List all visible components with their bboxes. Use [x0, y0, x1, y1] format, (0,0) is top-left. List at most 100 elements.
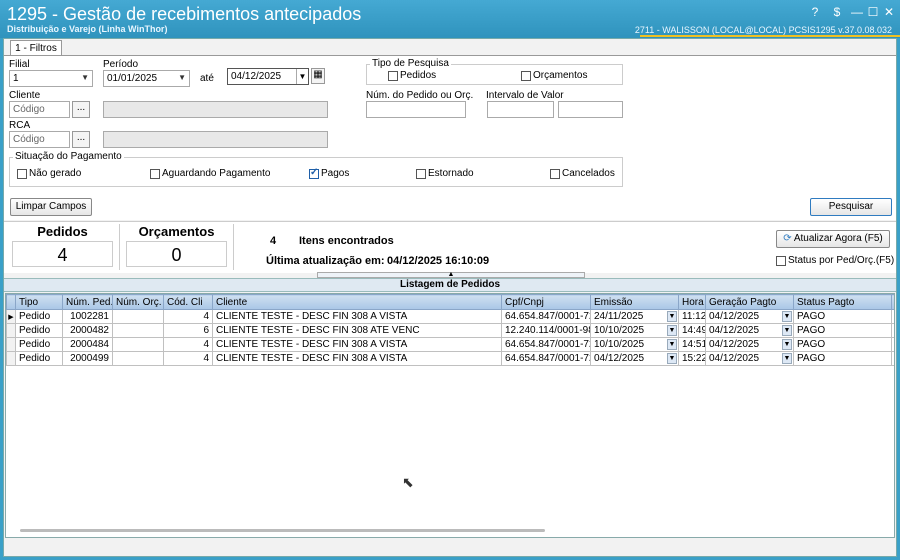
cell-hora[interactable]: 15:22 [678, 351, 706, 366]
rca-label: RCA [9, 120, 31, 131]
cell-cliente[interactable]: CLIENTE TESTE - DESC FIN 308 A VISTA [212, 309, 502, 324]
cell-num-orc[interactable] [112, 309, 164, 324]
cell-cpf-cnpj[interactable]: 64.654.847/0001-72 [501, 351, 591, 366]
cell-status[interactable]: PAGO [793, 351, 892, 366]
status-underline [640, 35, 900, 37]
chevron-down-icon[interactable]: ▼ [667, 325, 677, 336]
col-cod-cli[interactable]: Cód. Cli [163, 294, 213, 310]
atualizar-agora-button[interactable]: ⟳ Atualizar Agora (F5) [776, 230, 890, 248]
cell-status[interactable]: PAGO [793, 337, 892, 352]
cell-status[interactable]: PAGO [793, 309, 892, 324]
periodo-start-field[interactable]: 01/01/2025 ▼ [103, 70, 190, 87]
session-status: 2711 - WALISSON (LOCAL@LOCAL) PCSIS1295 … [634, 25, 892, 35]
situacao-estornado-checkbox[interactable]: Estornado [416, 168, 474, 179]
cell-cpf-cnpj[interactable]: 64.654.847/0001-72 [501, 337, 591, 352]
cell-geracao[interactable]: 04/12/2025 ▼ [705, 323, 794, 338]
situacao-pagos-checkbox[interactable]: Pagos [309, 167, 349, 179]
cell-tipo[interactable]: Pedido [15, 309, 63, 324]
cell-cpf-cnpj[interactable]: 64.654.847/0001-72 [501, 309, 591, 324]
pedidos-counter: Pedidos 4 [6, 224, 120, 270]
cell-geracao[interactable]: 04/12/2025 ▼ [705, 309, 794, 324]
valor-max-input[interactable] [558, 101, 623, 118]
table-row[interactable]: Pedido 2000499 4 CLIENTE TESTE - DESC FI… [6, 351, 894, 366]
col-num-ped[interactable]: Núm. Ped. [62, 294, 113, 310]
cell-num-ped[interactable]: 2000484 [62, 337, 113, 352]
table-row[interactable]: ▶ Pedido 1002281 4 CLIENTE TESTE - DESC … [6, 309, 894, 324]
cell-hora[interactable]: 11:12 [678, 309, 706, 324]
cell-emissao[interactable]: 10/10/2025 ▼ [590, 323, 679, 338]
currency-icon[interactable]: $ [828, 4, 846, 20]
help-icon[interactable]: ? [806, 4, 824, 20]
cell-status[interactable]: PAGO [793, 323, 892, 338]
cell-emissao[interactable]: 04/12/2025 ▼ [590, 351, 679, 366]
cell-cod-cli[interactable]: 6 [163, 323, 213, 338]
cell-cliente[interactable]: CLIENTE TESTE - DESC FIN 308 ATE VENC [212, 323, 502, 338]
atualizar-agora-label: Atualizar Agora (F5) [793, 233, 883, 244]
chevron-down-icon[interactable]: ▼ [667, 311, 677, 322]
valor-min-input[interactable] [487, 101, 554, 118]
chevron-down-icon[interactable]: ▼ [782, 339, 792, 350]
cell-emissao[interactable]: 24/11/2025 ▼ [590, 309, 679, 324]
cliente-lookup-button[interactable]: ... [72, 101, 90, 118]
chevron-down-icon[interactable]: ▼ [667, 339, 677, 350]
col-tipo[interactable]: Tipo [15, 294, 63, 310]
col-cpf-cnpj[interactable]: Cpf/Cnpj [501, 294, 591, 310]
tab-filtros[interactable]: 1 - Filtros [10, 40, 62, 56]
cell-geracao[interactable]: 04/12/2025 ▼ [705, 351, 794, 366]
tipo-orcamentos-checkbox[interactable]: Orçamentos [521, 70, 587, 81]
cell-hora[interactable]: 14:51 [678, 337, 706, 352]
cell-cpf-cnpj[interactable]: 12.240.114/0001-98 [501, 323, 591, 338]
cell-tipo[interactable]: Pedido [15, 337, 63, 352]
cell-cod-cli[interactable]: 4 [163, 309, 213, 324]
cell-num-ped[interactable]: 2000499 [62, 351, 113, 366]
calendar-icon[interactable]: ▦ [311, 68, 325, 84]
cell-geracao[interactable]: 04/12/2025 ▼ [705, 337, 794, 352]
horizontal-scrollbar[interactable] [20, 529, 545, 532]
cell-emissao-value: 04/12/2025 [594, 353, 645, 364]
tipo-pedidos-checkbox[interactable]: Pedidos [388, 70, 436, 81]
cell-num-orc[interactable] [112, 337, 164, 352]
cell-tipo[interactable]: Pedido [15, 323, 63, 338]
checkbox-icon [388, 70, 398, 81]
cell-num-orc[interactable] [112, 351, 164, 366]
cell-emissao-value: 24/11/2025 [594, 311, 644, 322]
filial-select[interactable]: 1 ▼ [9, 70, 93, 87]
cell-hora[interactable]: 14:49 [678, 323, 706, 338]
table-row[interactable]: Pedido 2000482 6 CLIENTE TESTE - DESC FI… [6, 323, 894, 338]
chevron-down-icon[interactable]: ▼ [667, 353, 677, 364]
situacao-nao-gerado-checkbox[interactable]: Não gerado [17, 168, 81, 179]
close-button[interactable]: ✕ [880, 4, 898, 20]
pesquisar-button[interactable]: Pesquisar [810, 198, 892, 216]
col-num-orc[interactable]: Núm. Orç. [112, 294, 164, 310]
situacao-aguardando-checkbox[interactable]: Aguardando Pagamento [150, 168, 270, 179]
cliente-code-input[interactable]: Código [9, 101, 70, 118]
cell-cod-cli[interactable]: 4 [163, 337, 213, 352]
limpar-campos-button[interactable]: Limpar Campos [10, 198, 92, 216]
chevron-down-icon[interactable]: ▼ [782, 325, 792, 336]
col-hora[interactable]: Hora [678, 294, 706, 310]
col-cliente[interactable]: Cliente [212, 294, 502, 310]
col-status-pagto[interactable]: Status Pagto [793, 294, 892, 310]
cell-tipo[interactable]: Pedido [15, 351, 63, 366]
situacao-cancelados-checkbox[interactable]: Cancelados [550, 168, 615, 179]
periodo-end-field[interactable]: 04/12/2025 ▼ [227, 68, 309, 85]
col-emissao[interactable]: Emissão [590, 294, 679, 310]
cell-num-ped[interactable]: 1002281 [62, 309, 113, 324]
cell-cliente[interactable]: CLIENTE TESTE - DESC FIN 308 A VISTA [212, 337, 502, 352]
chevron-down-icon[interactable]: ▼ [782, 311, 792, 322]
cell-num-orc[interactable] [112, 323, 164, 338]
col-geracao-pagto[interactable]: Geração Pagto [705, 294, 794, 310]
cell-cliente[interactable]: CLIENTE TESTE - DESC FIN 308 A VISTA [212, 351, 502, 366]
table-row[interactable]: Pedido 2000484 4 CLIENTE TESTE - DESC FI… [6, 337, 894, 352]
rca-lookup-button[interactable]: ... [72, 131, 90, 148]
cell-emissao[interactable]: 10/10/2025 ▼ [590, 337, 679, 352]
cell-num-ped[interactable]: 2000482 [62, 323, 113, 338]
checkbox-checked-icon [309, 167, 319, 179]
status-por-checkbox[interactable]: Status por Ped/Orç.(F5) [776, 255, 894, 266]
itens-count: 4 [270, 235, 277, 247]
num-pedido-input[interactable] [366, 101, 466, 118]
cell-cod-cli[interactable]: 4 [163, 351, 213, 366]
chevron-down-icon[interactable]: ▼ [782, 353, 792, 364]
rca-code-input[interactable]: Código [9, 131, 70, 148]
ultima-atualizacao-label: Última atualização em: [266, 255, 385, 267]
